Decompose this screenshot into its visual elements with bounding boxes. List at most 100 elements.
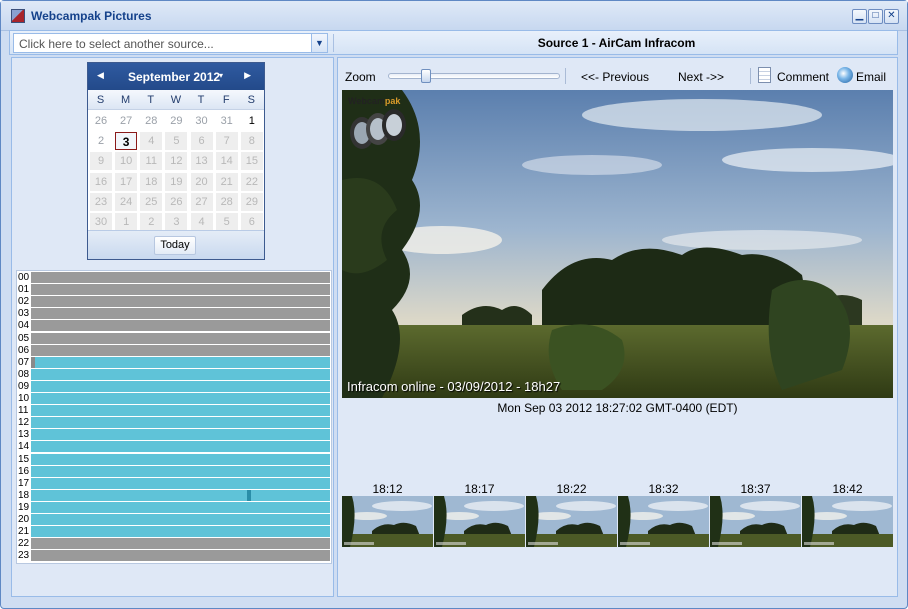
thumbnail-image[interactable] [434,496,525,547]
hour-row[interactable]: 15 [17,453,331,466]
hour-row[interactable]: 20 [17,514,331,526]
calendar-day: 27 [190,192,213,211]
hour-row[interactable]: 05 [17,332,331,345]
hour-row[interactable]: 09 [17,380,331,393]
calendar-day[interactable]: 27 [115,112,137,130]
hour-row[interactable]: 11 [17,405,331,417]
calendar-day: 21 [215,172,238,191]
hour-bar-with-pictures[interactable] [31,489,330,501]
hour-bar-empty[interactable] [31,332,330,344]
hour-bar-empty[interactable] [31,538,330,550]
hour-row[interactable]: 21 [17,526,331,538]
thumbnail-image[interactable] [802,496,893,547]
hour-bar-empty[interactable] [31,272,330,283]
calendar-day: 18 [140,172,163,191]
email-button[interactable]: Email [856,70,886,84]
calendar-day[interactable]: 28 [140,112,162,130]
source-select[interactable]: Click here to select another source... ▼ [13,33,328,53]
hour-row[interactable]: 06 [17,344,331,357]
thumbnail-time-label: 18:42 [832,482,863,496]
hour-row[interactable]: 22 [17,538,331,550]
hour-row[interactable]: 12 [17,417,331,429]
comment-button[interactable]: Comment [777,70,829,84]
comment-icon[interactable] [758,67,771,83]
thumbnail-image[interactable] [526,496,617,547]
day-of-week-label: F [222,94,230,106]
hour-row[interactable]: 18 [17,489,331,502]
hour-bar-with-pictures[interactable] [31,501,330,513]
hour-bar-with-pictures[interactable] [31,356,330,368]
maximize-button[interactable]: □ [868,9,883,24]
next-button[interactable]: Next ->> [678,70,724,84]
hour-bar-empty[interactable] [31,296,330,308]
hour-row[interactable]: 03 [17,308,331,320]
hour-row[interactable]: 14 [17,441,331,453]
hour-row[interactable]: 04 [17,320,331,332]
hour-bar-with-pictures[interactable] [31,441,330,453]
hour-bar-with-pictures[interactable] [31,477,330,489]
hour-row[interactable]: 19 [17,501,331,514]
chevron-down-icon[interactable]: ▼ [311,34,327,52]
hour-row[interactable]: 16 [17,465,331,478]
hour-label: 11 [18,405,29,417]
month-label[interactable]: September 2012 [128,70,220,84]
hour-row[interactable]: 23 [17,550,331,562]
hour-label: 20 [18,514,30,525]
hour-row[interactable]: 00 [17,272,331,284]
close-button[interactable]: ✕ [884,9,899,24]
next-month-icon[interactable]: ▶ [244,70,251,81]
previous-button[interactable]: <<- Previous [581,70,649,84]
hour-bar-with-pictures[interactable] [31,465,330,477]
hour-bar-with-pictures[interactable] [31,453,330,465]
picture-marker[interactable] [247,489,252,501]
hour-bar-with-pictures[interactable] [31,393,330,404]
hour-row[interactable]: 07 [17,356,331,369]
calendar-day[interactable]: 26 [90,112,112,130]
hour-row[interactable]: 02 [17,296,331,308]
hour-bar-with-pictures[interactable] [31,429,330,441]
hour-label: 13 [18,429,30,441]
hour-bar-empty[interactable] [31,320,330,332]
hour-row[interactable]: 08 [17,368,331,381]
zoom-slider[interactable] [388,69,560,83]
hour-bar-with-pictures[interactable] [31,526,330,538]
picture-marker[interactable] [31,356,35,368]
hour-bar-with-pictures[interactable] [31,405,330,417]
hour-bar-with-pictures[interactable] [31,368,330,380]
webcam-photo[interactable]: Webcampak Infracom online - 03/09/2012 -… [342,90,893,398]
thumbnail-image[interactable] [710,496,801,547]
email-icon[interactable] [837,67,853,83]
hour-row[interactable]: 01 [17,284,331,296]
zoom-label: Zoom [345,70,376,84]
thumbnail-time-label: 18:32 [648,482,679,496]
hour-bar-with-pictures[interactable] [31,380,330,392]
hour-label: 01 [18,284,30,296]
hour-row[interactable]: 17 [17,477,331,490]
hour-bar-empty[interactable] [31,550,330,562]
today-button[interactable]: Today [154,236,196,255]
calendar-day[interactable]: 30 [191,112,213,130]
prev-month-icon[interactable]: ◀ [97,70,104,81]
calendar-day: 12 [165,152,188,171]
day-of-week-header: SMTWTFS [88,90,264,110]
calendar-day: 22 [240,172,263,191]
calendar-day[interactable]: 31 [216,112,238,130]
zoom-slider-thumb[interactable] [421,69,431,83]
hour-bar-empty[interactable] [31,284,330,296]
hour-label: 12 [18,417,30,429]
hour-bar-empty[interactable] [31,308,330,320]
hour-bar-with-pictures[interactable] [31,417,330,429]
hour-bar-with-pictures[interactable] [31,514,330,525]
minimize-button[interactable]: ▁ [852,9,867,24]
hour-label: 23 [18,550,30,562]
thumbnail-image[interactable] [342,496,433,547]
hour-row[interactable]: 13 [17,429,331,441]
hour-bar-empty[interactable] [31,344,330,356]
calendar-day[interactable]: 29 [165,112,187,130]
thumbnail-image[interactable] [618,496,709,547]
calendar-day[interactable]: 1 [241,112,263,130]
hour-row[interactable]: 10 [17,393,331,405]
calendar-day-selected[interactable]: 3 [115,132,138,151]
calendar-day[interactable]: 2 [90,132,112,150]
month-menu-icon[interactable]: ▾ [219,71,223,80]
